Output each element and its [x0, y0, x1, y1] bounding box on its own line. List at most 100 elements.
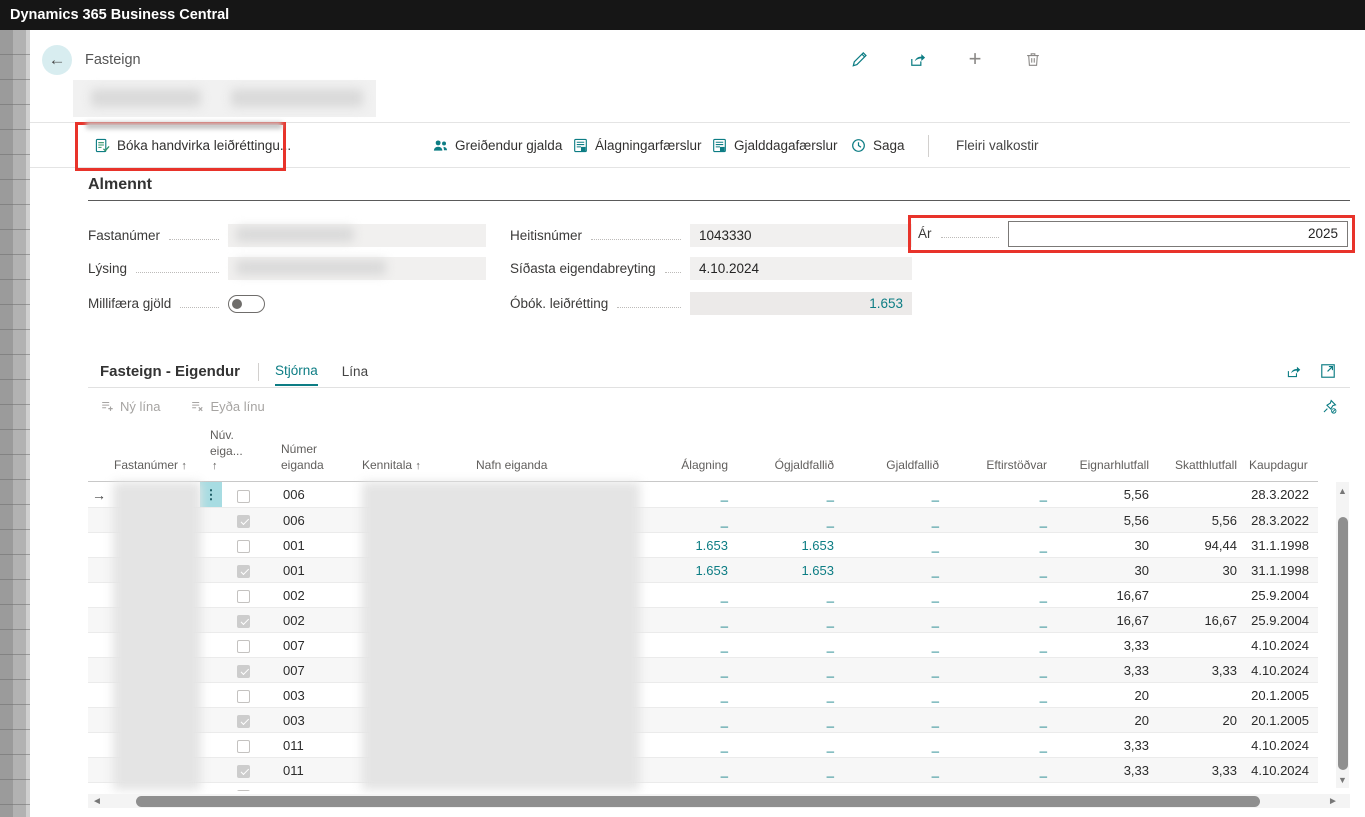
- cell-kaupdagur[interactable]: [1243, 783, 1312, 791]
- cell-row-options[interactable]: [200, 608, 228, 633]
- cell-ogjaldfallid[interactable]: _: [734, 708, 840, 733]
- cell-eftirstodvar[interactable]: _: [945, 708, 1053, 733]
- cell-skatthlutfall[interactable]: 3,33: [1155, 658, 1243, 683]
- cell-alagning[interactable]: _: [640, 683, 734, 708]
- cell-gjaldfallid[interactable]: _: [840, 533, 945, 558]
- cell-kaupdagur[interactable]: 4.10.2024: [1243, 733, 1312, 758]
- cell-gjaldfallid[interactable]: _: [840, 508, 945, 533]
- cell-eftirstodvar[interactable]: _: [945, 633, 1053, 658]
- horizontal-scrollbar[interactable]: ◄ ►: [88, 794, 1350, 808]
- cell-gjaldfallid[interactable]: _: [840, 733, 945, 758]
- cell-ogjaldfallid[interactable]: _: [734, 758, 840, 783]
- cell-eignarhlutfall[interactable]: [1053, 783, 1155, 791]
- col-owner-name[interactable]: Nafn eiganda: [470, 428, 640, 482]
- action-gjalddagafaerslur[interactable]: Gjalddagafærslur: [712, 123, 838, 167]
- delete-line-button[interactable]: Eyða línu: [190, 399, 264, 414]
- cell-current-owner-checkbox[interactable]: [228, 658, 256, 683]
- cell-eftirstodvar[interactable]: _: [945, 733, 1053, 758]
- cell-kaupdagur[interactable]: 31.1.1998: [1243, 533, 1312, 558]
- cell-skatthlutfall[interactable]: 94,44: [1155, 533, 1243, 558]
- cell-row-options[interactable]: [200, 733, 228, 758]
- cell-owner-number[interactable]: 011: [256, 758, 356, 783]
- cell-skatthlutfall[interactable]: 5,56: [1155, 508, 1243, 533]
- cell-row-options[interactable]: [200, 583, 228, 608]
- cell-skatthlutfall[interactable]: 3,33: [1155, 758, 1243, 783]
- cell-skatthlutfall[interactable]: [1155, 683, 1243, 708]
- cell-skatthlutfall[interactable]: 30: [1155, 558, 1243, 583]
- col-alagning[interactable]: Álagning: [640, 428, 734, 482]
- col-eignarhlutfall[interactable]: Eignarhlutfall: [1053, 428, 1155, 482]
- cell-owner-number[interactable]: 007: [256, 658, 356, 683]
- cell-ogjaldfallid[interactable]: _: [734, 482, 840, 508]
- cell-row-options[interactable]: [200, 783, 228, 791]
- cell-eignarhlutfall[interactable]: 5,56: [1053, 482, 1155, 508]
- cell-row-options[interactable]: [200, 508, 228, 533]
- cell-kaupdagur[interactable]: 31.1.1998: [1243, 558, 1312, 583]
- cell-owner-number[interactable]: 011: [256, 733, 356, 758]
- cell-alagning[interactable]: 1.653: [640, 533, 734, 558]
- subpage-share-icon[interactable]: [1285, 363, 1302, 380]
- cell-ogjaldfallid[interactable]: _: [734, 608, 840, 633]
- cell-alagning[interactable]: _: [640, 482, 734, 508]
- cell-alagning[interactable]: _: [640, 733, 734, 758]
- field-heitisnumer[interactable]: 1043330: [690, 224, 912, 247]
- new-line-button[interactable]: Ný lína: [100, 399, 160, 414]
- cell-owner-number[interactable]: 003: [256, 708, 356, 733]
- cell-skatthlutfall[interactable]: [1155, 733, 1243, 758]
- tab-stjorna[interactable]: Stjórna: [275, 357, 318, 386]
- cell-row-options[interactable]: [200, 758, 228, 783]
- cell-skatthlutfall[interactable]: [1155, 633, 1243, 658]
- field-sidasta-eigendabreyting[interactable]: 4.10.2024: [690, 257, 912, 280]
- cell-gjaldfallid[interactable]: _: [840, 583, 945, 608]
- cell-kaupdagur[interactable]: 20.1.2005: [1243, 708, 1312, 733]
- cell-current-owner-checkbox[interactable]: [228, 583, 256, 608]
- field-obok-leidretting[interactable]: 1.653: [690, 292, 912, 315]
- ar-year-input[interactable]: [1008, 221, 1348, 247]
- scroll-up-icon[interactable]: ▲: [1336, 484, 1349, 497]
- col-kennitala[interactable]: Kennitala ↑: [356, 428, 470, 482]
- cell-eftirstodvar[interactable]: _: [945, 658, 1053, 683]
- cell-kaupdagur[interactable]: 4.10.2024: [1243, 658, 1312, 683]
- cell-ogjaldfallid[interactable]: _: [734, 733, 840, 758]
- tab-lina[interactable]: Lína: [342, 358, 368, 385]
- col-fastanumer[interactable]: Fastanúmer ↑: [108, 428, 200, 482]
- cell-current-owner-checkbox[interactable]: [228, 633, 256, 658]
- cell-current-owner-checkbox[interactable]: [228, 783, 256, 791]
- vertical-scroll-thumb[interactable]: [1338, 517, 1348, 770]
- section-title-general[interactable]: Almennt: [88, 176, 152, 194]
- cell-eignarhlutfall[interactable]: 3,33: [1053, 658, 1155, 683]
- cell-skatthlutfall[interactable]: 20: [1155, 708, 1243, 733]
- cell-alagning[interactable]: _: [640, 633, 734, 658]
- cell-kaupdagur[interactable]: 28.3.2022: [1243, 482, 1312, 508]
- action-greidendur-gjalda[interactable]: Greiðendur gjalda: [432, 123, 562, 167]
- cell-skatthlutfall[interactable]: [1155, 482, 1243, 508]
- cell-owner-number[interactable]: 002: [256, 583, 356, 608]
- cell-owner-number[interactable]: 002: [256, 608, 356, 633]
- row-options-icon[interactable]: ⋮: [200, 482, 222, 507]
- cell-eftirstodvar[interactable]: _: [945, 608, 1053, 633]
- cell-eftirstodvar[interactable]: _: [945, 508, 1053, 533]
- share-icon[interactable]: [906, 48, 928, 70]
- cell-eignarhlutfall[interactable]: 16,67: [1053, 608, 1155, 633]
- scroll-left-icon[interactable]: ◄: [90, 794, 104, 808]
- cell-kaupdagur[interactable]: 25.9.2004: [1243, 583, 1312, 608]
- scroll-down-icon[interactable]: ▼: [1336, 773, 1349, 786]
- cell-kaupdagur[interactable]: 28.3.2022: [1243, 508, 1312, 533]
- cell-kaupdagur[interactable]: 4.10.2024: [1243, 758, 1312, 783]
- cell-alagning[interactable]: 1.653: [640, 558, 734, 583]
- cell-current-owner-checkbox[interactable]: [228, 533, 256, 558]
- cell-eftirstodvar[interactable]: _: [945, 482, 1053, 508]
- cell-gjaldfallid[interactable]: _: [840, 708, 945, 733]
- cell-owner-number[interactable]: 001: [256, 558, 356, 583]
- cell-ogjaldfallid[interactable]: 1.653: [734, 533, 840, 558]
- cell-kaupdagur[interactable]: 25.9.2004: [1243, 608, 1312, 633]
- cell-gjaldfallid[interactable]: _: [840, 482, 945, 508]
- cell-alagning[interactable]: _: [640, 658, 734, 683]
- field-lysing[interactable]: [228, 257, 486, 280]
- cell-ogjaldfallid[interactable]: _: [734, 633, 840, 658]
- cell-ogjaldfallid[interactable]: _: [734, 508, 840, 533]
- more-options-button[interactable]: Fleiri valkostir: [956, 123, 1039, 167]
- cell-kaupdagur[interactable]: 4.10.2024: [1243, 633, 1312, 658]
- cell-row-options[interactable]: [200, 683, 228, 708]
- cell-gjaldfallid[interactable]: [840, 783, 945, 791]
